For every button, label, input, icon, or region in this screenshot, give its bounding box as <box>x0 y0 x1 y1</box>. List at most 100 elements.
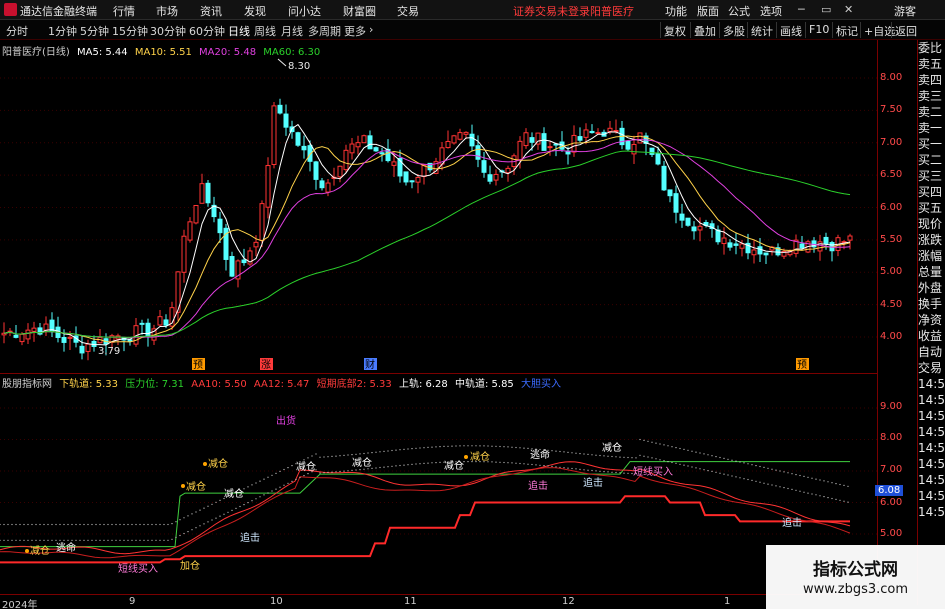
period-tick[interactable]: 分时 <box>6 23 28 39</box>
middle-band-dot <box>747 478 749 481</box>
draw-line-button[interactable]: 画线 <box>776 22 805 38</box>
period-weekly[interactable]: 周线 <box>254 23 276 39</box>
middle-band-dot <box>207 521 209 523</box>
period-monthly[interactable]: 月线 <box>281 23 303 39</box>
middle-band-dot <box>331 471 333 473</box>
middle-band-dot <box>499 461 501 463</box>
label-reduce: 减仓 <box>186 480 206 493</box>
mark-button[interactable]: 标记 <box>832 22 861 38</box>
candle-body <box>379 152 385 155</box>
middle-band-dot <box>23 539 25 541</box>
menu-ask[interactable]: 问小达 <box>288 3 321 19</box>
upper-band-dot <box>475 445 477 447</box>
upper-band-dot <box>179 519 181 521</box>
close-icon[interactable]: ✕ <box>844 3 853 16</box>
menu-trade[interactable]: 交易 <box>397 3 419 19</box>
candle-body <box>799 243 805 249</box>
upper-band-dot <box>255 482 257 484</box>
middle-band-dot <box>763 482 765 484</box>
overlay-button[interactable]: 叠加 <box>690 22 719 38</box>
menu-discover[interactable]: 发现 <box>244 3 266 19</box>
upper-band-dot <box>719 456 721 459</box>
kline-chart[interactable]: 8.30 3.79 预 涨 财 预 <box>0 40 878 373</box>
upper-band-dot <box>459 445 461 447</box>
back-button[interactable]: 返回 <box>891 22 920 38</box>
side-panel-item[interactable]: 自动 <box>918 344 945 360</box>
upper-band-dot <box>831 482 833 484</box>
upper-band-dot <box>3 523 5 526</box>
middle-band-dot <box>663 460 665 462</box>
side-panel-item[interactable]: 14:56 <box>918 472 945 488</box>
axis-label: 5.50 <box>880 234 903 245</box>
middle-band-dot <box>667 461 669 463</box>
middle-band-dot <box>695 467 697 469</box>
middle-band-dot <box>791 488 793 490</box>
candle-body <box>163 319 169 326</box>
period-30min[interactable]: 30分钟 <box>150 23 186 39</box>
kline-panel[interactable]: 8.30 3.79 预 涨 财 预 <box>0 40 878 373</box>
side-panel-item[interactable]: 14:56 <box>918 440 945 456</box>
period-1min[interactable]: 1分钟 <box>48 23 77 39</box>
middle-band-dot <box>103 539 105 541</box>
menu-options[interactable]: 选项 <box>760 3 782 19</box>
upper-band-dot <box>759 465 761 468</box>
middle-band-dot <box>11 539 13 541</box>
upper-band-dot <box>35 523 37 526</box>
signal-dot <box>203 462 207 466</box>
more-chevron-icon[interactable]: › <box>369 23 373 36</box>
side-panel-item[interactable]: 交易 <box>918 360 945 376</box>
side-panel-item[interactable]: 14:56 <box>918 456 945 472</box>
middle-band-dot <box>155 539 157 541</box>
menu-wealth[interactable]: 财富圈 <box>343 3 376 19</box>
side-panel-item[interactable]: 14:56 <box>918 424 945 440</box>
side-panel-item[interactable]: 14:56 <box>918 376 945 392</box>
indicator-panel[interactable]: 出货 减仓 减仓 减仓 逃命 减仓 减仓 减仓 减仓 减仓 逃命 减仓 追击 追击 追击 加仓 短线买入 短线买入… <box>0 373 878 594</box>
upper-band-dot <box>139 523 141 526</box>
user-label[interactable]: 游客 <box>894 3 916 19</box>
label-reduce: 减仓 <box>602 441 622 454</box>
period-5min[interactable]: 5分钟 <box>80 23 109 39</box>
middle-band-dot <box>703 469 705 471</box>
app-logo-icon <box>4 3 17 16</box>
middle-band-dot <box>415 463 417 465</box>
side-panel-item[interactable]: 14:56 <box>918 392 945 408</box>
menu-news[interactable]: 资讯 <box>200 3 222 19</box>
menu-market[interactable]: 市场 <box>156 3 178 19</box>
f10-button[interactable]: F10 <box>805 22 832 38</box>
fuquan-button[interactable]: 复权 <box>660 22 689 38</box>
menu-formula[interactable]: 公式 <box>728 3 750 19</box>
period-multi[interactable]: 多周期 <box>308 23 341 39</box>
main-legend: 阳普医疗(日线) MA5: 5.44 MA10: 5.51 MA20: 5.48… <box>2 43 324 58</box>
side-panel-item[interactable]: 14:56 <box>918 408 945 424</box>
candle-body <box>205 182 211 204</box>
upper-band-dot <box>575 452 577 454</box>
upper-band-dot <box>195 511 197 513</box>
side-panel-item[interactable]: 14:56 <box>918 504 945 520</box>
label-chase: 追击 <box>240 531 260 544</box>
multi-stock-button[interactable]: 多股 <box>719 22 748 38</box>
period-60min[interactable]: 60分钟 <box>189 23 225 39</box>
candle-body <box>577 136 583 141</box>
menu-bar: 通达信金融终端 行情 市场 资讯 发现 问小达 财富圈 交易 证券交易未登录 阳… <box>0 0 945 20</box>
restore-icon[interactable]: ▭ <box>821 3 831 16</box>
side-panel-item[interactable]: 14:56 <box>918 488 945 504</box>
x-label: 1 <box>724 596 731 607</box>
upper-band-dot <box>0 523 1 526</box>
period-more[interactable]: 更多 <box>344 23 366 39</box>
middle-band-dot <box>307 473 309 475</box>
middle-band-dot <box>767 483 769 485</box>
indicator-chart[interactable]: 出货减仓减仓减仓 逃命减仓减仓 减仓 减仓减仓 逃命减仓追击追击追击加仓短线买入短线买入… <box>0 374 878 595</box>
candle-body <box>667 189 673 197</box>
period-daily[interactable]: 日线 <box>228 23 250 39</box>
upper-band-dot <box>679 447 681 450</box>
period-15min[interactable]: 15分钟 <box>112 23 148 39</box>
middle-band-dot <box>399 464 401 467</box>
login-notice[interactable]: 证券交易未登录 <box>513 3 590 19</box>
minimize-icon[interactable]: ─ <box>798 3 805 16</box>
side-panel-item: 净资 <box>918 313 943 327</box>
legend-pressure: 压力位: 7.31 <box>125 379 185 390</box>
menu-function[interactable]: 功能 <box>665 3 687 19</box>
menu-market-quotes[interactable]: 行情 <box>113 3 135 19</box>
stats-button[interactable]: 统计 <box>747 22 776 38</box>
menu-layout[interactable]: 版面 <box>697 3 719 19</box>
